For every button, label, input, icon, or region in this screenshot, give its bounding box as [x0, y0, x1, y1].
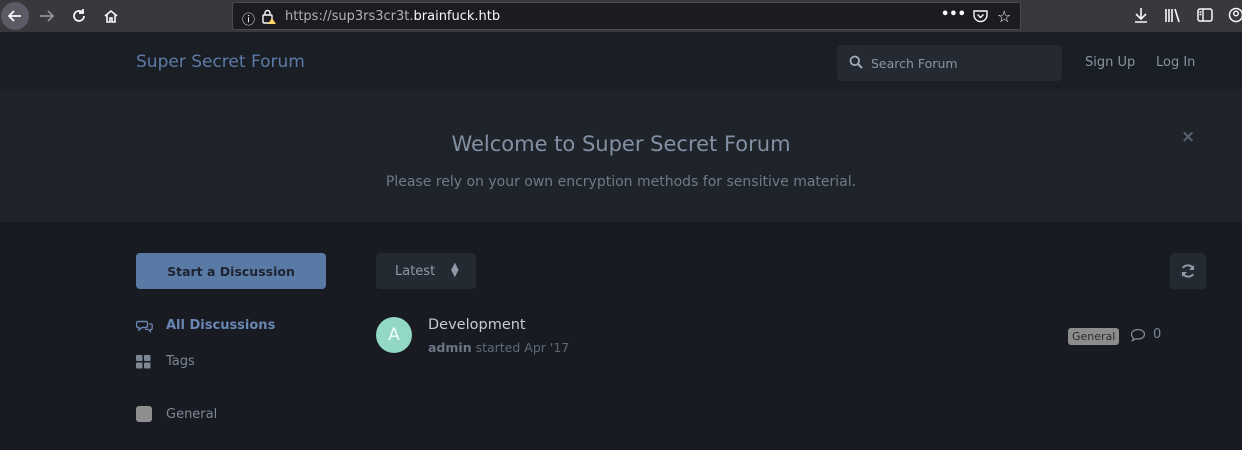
- hero-subtitle: Please rely on your own encryption metho…: [385, 174, 857, 190]
- bookmark-star-icon[interactable]: ☆: [997, 7, 1011, 26]
- tag-color-swatch: [136, 406, 154, 422]
- search-icon: [849, 55, 863, 69]
- reply-count-value: 0: [1153, 327, 1162, 342]
- hero-title: Welcome to Super Secret Forum: [451, 132, 791, 156]
- forum-brand-link[interactable]: Super Secret Forum: [136, 52, 305, 72]
- library-icon[interactable]: [1164, 7, 1182, 27]
- refresh-icon: [1181, 264, 1195, 278]
- reload-icon: [73, 9, 85, 22]
- back-button[interactable]: [0, 0, 30, 32]
- search-input[interactable]: Search Forum: [837, 45, 1062, 81]
- sidebar-icon[interactable]: [1197, 7, 1213, 27]
- th-large-icon: [136, 354, 154, 369]
- discussion-started: started Apr '17: [471, 340, 570, 355]
- reload-button[interactable]: [64, 0, 94, 32]
- info-icon[interactable]: ⓘ: [242, 9, 255, 28]
- search-placeholder: Search Forum: [871, 56, 958, 71]
- sidebar-tag-general[interactable]: General: [136, 406, 217, 422]
- forum-header: Super Secret Forum Search Forum Sign Up …: [0, 32, 1242, 89]
- sidebar-item-label: Tags: [166, 354, 195, 369]
- back-arrow-icon: [1, 2, 29, 30]
- refresh-button[interactable]: [1170, 253, 1206, 289]
- sign-up-link[interactable]: Sign Up: [1085, 55, 1135, 70]
- sidebar-tag-label: General: [166, 406, 218, 422]
- discussion-title[interactable]: Development: [428, 317, 526, 333]
- reply-count: 0: [1130, 327, 1161, 342]
- comments-icon: [136, 319, 154, 333]
- sidebar-item-label: All Discussions: [166, 318, 276, 333]
- discussion-meta: admin started Apr '17: [428, 340, 569, 355]
- sidebar-item-all-discussions[interactable]: All Discussions: [136, 318, 275, 333]
- welcome-hero: Welcome to Super Secret Forum Please rel…: [0, 89, 1242, 222]
- url-text: https://sup3rs3cr3t.brainfuck.htb: [285, 9, 501, 24]
- home-icon: [104, 9, 118, 23]
- log-in-link[interactable]: Log In: [1156, 55, 1195, 70]
- pocket-icon[interactable]: [973, 9, 988, 27]
- tag-badge[interactable]: General: [1068, 328, 1120, 345]
- discussion-author[interactable]: admin: [428, 340, 472, 355]
- sort-caret-icon: ▲ ▼: [451, 261, 459, 279]
- account-icon[interactable]: [1228, 7, 1242, 27]
- forward-arrow-icon: [40, 10, 55, 22]
- avatar[interactable]: A: [376, 317, 412, 353]
- start-discussion-button[interactable]: Start a Discussion: [136, 253, 326, 289]
- close-icon[interactable]: ×: [1181, 127, 1195, 147]
- home-button[interactable]: [96, 0, 126, 32]
- download-icon[interactable]: [1133, 7, 1149, 27]
- comment-icon: [1130, 328, 1146, 342]
- more-icon[interactable]: •••: [941, 7, 966, 22]
- sidebar-item-tags[interactable]: Tags: [136, 354, 195, 369]
- url-bar[interactable]: ⓘ https://sup3rs3cr3t.brainfuck.htb ••• …: [232, 2, 1021, 30]
- sort-label: Latest: [395, 264, 436, 279]
- browser-toolbar: ⓘ https://sup3rs3cr3t.brainfuck.htb ••• …: [0, 0, 1242, 32]
- forward-button[interactable]: [32, 0, 62, 32]
- insecure-lock-icon[interactable]: [261, 9, 277, 28]
- sort-dropdown[interactable]: Latest ▲ ▼: [376, 253, 476, 289]
